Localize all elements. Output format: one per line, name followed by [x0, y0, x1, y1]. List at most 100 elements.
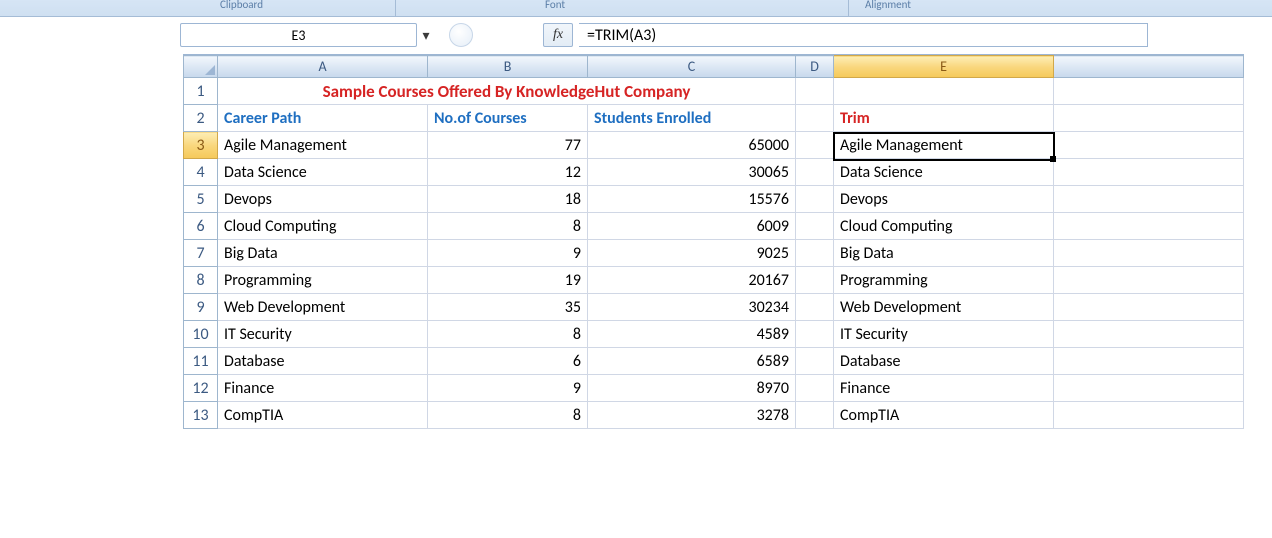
row-header[interactable]: 2 — [184, 105, 218, 132]
cell[interactable]: 3278 — [588, 402, 796, 429]
cell[interactable]: CompTIA — [218, 402, 428, 429]
cell[interactable] — [1054, 402, 1244, 429]
row-header[interactable]: 9 — [184, 294, 218, 321]
cell[interactable]: Programming — [834, 267, 1054, 294]
cell[interactable]: 9025 — [588, 240, 796, 267]
cell[interactable]: Programming — [218, 267, 428, 294]
cell[interactable]: 65000 — [588, 132, 796, 159]
cell[interactable] — [834, 78, 1054, 105]
cell[interactable]: Database — [834, 348, 1054, 375]
col-header-B[interactable]: B — [428, 56, 588, 78]
col-header-A[interactable]: A — [218, 56, 428, 78]
row-header[interactable]: 1 — [184, 78, 218, 105]
cell[interactable]: Big Data — [218, 240, 428, 267]
cell[interactable] — [1054, 321, 1244, 348]
cell[interactable]: 8970 — [588, 375, 796, 402]
fx-button[interactable]: fx — [543, 23, 573, 47]
cell-active[interactable]: Agile Management — [834, 132, 1054, 159]
col-header-D[interactable]: D — [796, 56, 834, 78]
row-header[interactable]: 3 — [184, 132, 218, 159]
cell[interactable] — [1054, 294, 1244, 321]
spreadsheet-grid[interactable]: A B C D E 1 Sample Courses Offered By Kn… — [183, 55, 1244, 429]
row-header[interactable]: 7 — [184, 240, 218, 267]
cell[interactable] — [796, 375, 834, 402]
cell[interactable]: 18 — [428, 186, 588, 213]
cell[interactable]: IT Security — [218, 321, 428, 348]
cell[interactable] — [796, 186, 834, 213]
cell[interactable]: 15576 — [588, 186, 796, 213]
col-header-E[interactable]: E — [834, 56, 1054, 78]
cell[interactable] — [796, 213, 834, 240]
chevron-down-icon[interactable]: ▾ — [418, 26, 434, 44]
cell[interactable]: 12 — [428, 159, 588, 186]
cell[interactable]: 8 — [428, 321, 588, 348]
row-header[interactable]: 5 — [184, 186, 218, 213]
cell[interactable] — [1054, 213, 1244, 240]
cell[interactable]: Finance — [218, 375, 428, 402]
cell[interactable] — [1054, 348, 1244, 375]
name-box[interactable]: E3 ▾ — [180, 23, 417, 47]
cell[interactable]: 77 — [428, 132, 588, 159]
formula-bar[interactable]: =TRIM(A3) — [579, 23, 1148, 47]
cell[interactable]: 6589 — [588, 348, 796, 375]
cell[interactable]: CompTIA — [834, 402, 1054, 429]
cell[interactable] — [796, 105, 834, 132]
row-header[interactable]: 13 — [184, 402, 218, 429]
cell[interactable]: Devops — [218, 186, 428, 213]
cell[interactable]: Devops — [834, 186, 1054, 213]
row-header[interactable]: 10 — [184, 321, 218, 348]
cell-title[interactable]: Sample Courses Offered By KnowledgeHut C… — [218, 78, 796, 105]
col-header-F[interactable] — [1054, 56, 1244, 78]
cell[interactable] — [796, 348, 834, 375]
cell[interactable]: Data Science — [834, 159, 1054, 186]
row-header[interactable]: 11 — [184, 348, 218, 375]
cell[interactable] — [1054, 105, 1244, 132]
select-all-corner[interactable] — [184, 56, 218, 78]
cell[interactable]: Trim — [834, 105, 1054, 132]
cell[interactable] — [1054, 186, 1244, 213]
cell[interactable]: 6009 — [588, 213, 796, 240]
cell[interactable] — [1054, 240, 1244, 267]
cell[interactable]: 4589 — [588, 321, 796, 348]
cell[interactable]: Cloud Computing — [834, 213, 1054, 240]
cell[interactable] — [796, 321, 834, 348]
cell[interactable]: 30234 — [588, 294, 796, 321]
cancel-formula-icon[interactable] — [449, 23, 473, 47]
cell[interactable]: 8 — [428, 402, 588, 429]
cell[interactable]: 9 — [428, 240, 588, 267]
cell[interactable]: 9 — [428, 375, 588, 402]
cell[interactable] — [1054, 78, 1244, 105]
cell[interactable]: Data Science — [218, 159, 428, 186]
row-header[interactable]: 4 — [184, 159, 218, 186]
col-header-C[interactable]: C — [588, 56, 796, 78]
cell[interactable]: Web Development — [218, 294, 428, 321]
cell[interactable] — [796, 294, 834, 321]
cell[interactable]: Students Enrolled — [588, 105, 796, 132]
cell[interactable]: 6 — [428, 348, 588, 375]
cell[interactable] — [1054, 159, 1244, 186]
row-header[interactable]: 6 — [184, 213, 218, 240]
cell[interactable]: No.of Courses — [428, 105, 588, 132]
cell[interactable]: Database — [218, 348, 428, 375]
cell[interactable]: Web Development — [834, 294, 1054, 321]
cell[interactable] — [1054, 375, 1244, 402]
row-header[interactable]: 12 — [184, 375, 218, 402]
cell[interactable]: 35 — [428, 294, 588, 321]
cell[interactable]: Cloud Computing — [218, 213, 428, 240]
cell[interactable] — [796, 132, 834, 159]
cell[interactable] — [796, 240, 834, 267]
cell[interactable] — [796, 402, 834, 429]
cell[interactable]: IT Security — [834, 321, 1054, 348]
cell[interactable] — [796, 78, 834, 105]
cell[interactable]: Agile Management — [218, 132, 428, 159]
row-header[interactable]: 8 — [184, 267, 218, 294]
cell[interactable]: Finance — [834, 375, 1054, 402]
cell[interactable] — [1054, 267, 1244, 294]
cell[interactable]: Career Path — [218, 105, 428, 132]
cell[interactable]: 8 — [428, 213, 588, 240]
cell[interactable] — [796, 159, 834, 186]
cell[interactable]: 19 — [428, 267, 588, 294]
cell[interactable]: Big Data — [834, 240, 1054, 267]
cell[interactable]: 20167 — [588, 267, 796, 294]
cell[interactable]: 30065 — [588, 159, 796, 186]
